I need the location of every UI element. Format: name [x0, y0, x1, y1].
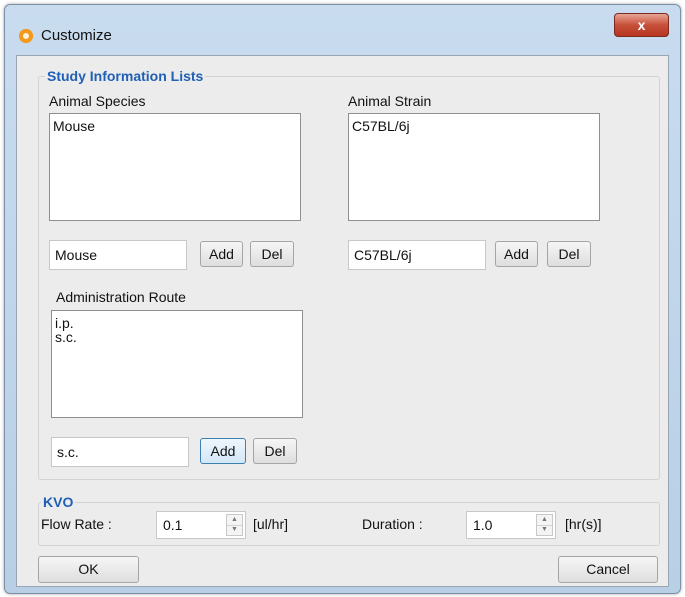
- flow-rate-unit: [ul/hr]: [253, 516, 289, 532]
- administration-route-list[interactable]: i.p. s.c.: [51, 310, 303, 418]
- close-button[interactable]: x: [614, 13, 669, 37]
- animal-species-list[interactable]: Mouse: [49, 113, 301, 221]
- administration-route-input[interactable]: s.c.: [51, 437, 189, 467]
- duration-spinner[interactable]: 1.0 ▲ ▼: [466, 511, 556, 539]
- flow-rate-value: 0.1: [163, 517, 183, 533]
- spin-down-icon[interactable]: ▼: [227, 525, 242, 535]
- cancel-button[interactable]: Cancel: [558, 556, 658, 583]
- flow-rate-spin-buttons[interactable]: ▲ ▼: [226, 514, 243, 536]
- title-bar[interactable]: Customize x: [5, 5, 680, 59]
- duration-unit: [hr(s)]: [565, 516, 602, 532]
- list-item[interactable]: s.c.: [55, 330, 299, 344]
- species-del-button[interactable]: Del: [250, 241, 294, 267]
- dialog-body: Study Information Lists Animal Species M…: [16, 55, 669, 587]
- route-del-button[interactable]: Del: [253, 438, 297, 464]
- animal-species-input[interactable]: Mouse: [49, 240, 187, 270]
- route-add-button[interactable]: Add: [200, 438, 246, 464]
- list-item[interactable]: i.p.: [55, 316, 299, 330]
- species-add-button[interactable]: Add: [200, 241, 243, 267]
- study-info-group: Study Information Lists Animal Species M…: [38, 68, 660, 480]
- customize-dialog: Customize x Study Information Lists Anim…: [4, 4, 681, 594]
- flow-rate-spinner[interactable]: 0.1 ▲ ▼: [156, 511, 246, 539]
- strain-del-button[interactable]: Del: [547, 241, 591, 267]
- kvo-title: KVO: [41, 494, 76, 510]
- kvo-group: KVO Flow Rate : 0.1 ▲ ▼ [ul/hr] Duration…: [38, 494, 660, 546]
- spin-down-icon[interactable]: ▼: [537, 525, 552, 535]
- strain-add-button[interactable]: Add: [495, 241, 538, 267]
- ok-button[interactable]: OK: [38, 556, 139, 583]
- flow-rate-label: Flow Rate :: [41, 516, 112, 532]
- study-info-title: Study Information Lists: [45, 68, 206, 84]
- animal-species-label: Animal Species: [49, 93, 146, 109]
- app-icon: [19, 29, 33, 43]
- duration-spin-buttons[interactable]: ▲ ▼: [536, 514, 553, 536]
- animal-strain-label: Animal Strain: [348, 93, 432, 109]
- duration-label: Duration :: [362, 516, 423, 532]
- animal-strain-input[interactable]: C57BL/6j: [348, 240, 486, 270]
- list-item[interactable]: C57BL/6j: [352, 119, 596, 133]
- animal-strain-list[interactable]: C57BL/6j: [348, 113, 600, 221]
- list-item[interactable]: Mouse: [53, 119, 297, 133]
- close-icon: x: [637, 17, 646, 33]
- window-title: Customize: [41, 27, 112, 44]
- duration-value: 1.0: [473, 517, 493, 533]
- administration-route-label: Administration Route: [56, 289, 186, 305]
